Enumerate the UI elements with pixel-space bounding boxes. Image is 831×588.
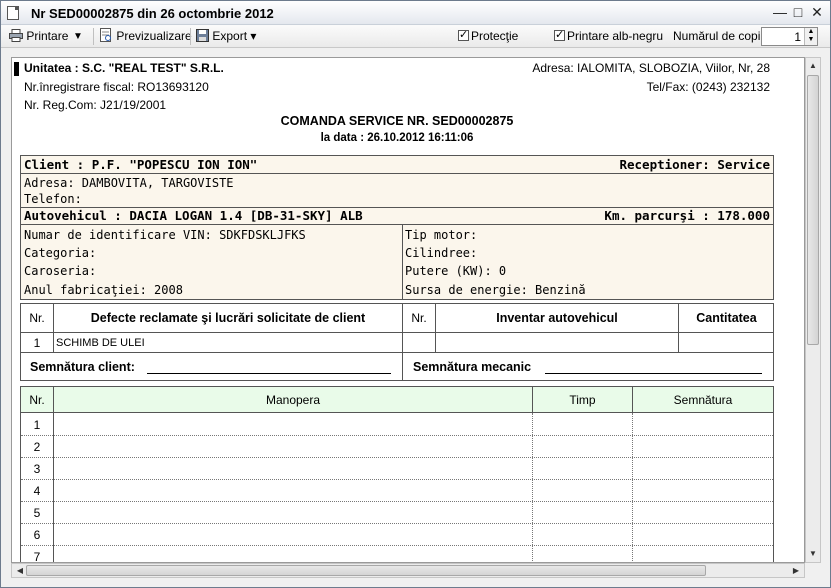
defects-col-desc: Defecte reclamate şi lucrări solicitate … [90, 311, 366, 325]
labor-row-nr: 5 [33, 506, 41, 520]
vehicle-category: Categoria: [24, 246, 97, 260]
copies-label: Numărul de copii: [673, 29, 767, 43]
toolbar-separator [93, 28, 94, 45]
labor-row-nr: 3 [33, 462, 41, 476]
company-name: Unitatea : S.C. "REAL TEST" S.R.L. [24, 61, 224, 75]
divider [21, 412, 773, 413]
chevron-up-icon[interactable]: ▲ [805, 28, 817, 36]
report-window: Nr SED00002875 din 26 octombrie 2012 — □… [0, 0, 831, 588]
scroll-down-icon[interactable]: ▼ [806, 547, 820, 561]
document-title: COMANDA SERVICE NR. SED00002875 [280, 114, 514, 128]
mechanic-signature-label: Semnătura mecanic [413, 360, 532, 374]
maximize-button[interactable]: □ [789, 4, 807, 21]
labor-col-labor: Manopera [265, 393, 321, 407]
client-signature-line [147, 373, 391, 374]
export-dropdown-icon: ▾ [250, 29, 257, 43]
fiscal-code: Nr.înregistrare fiscal: RO13693120 [24, 80, 209, 94]
labor-col-sign: Semnătura [673, 393, 733, 407]
divider [402, 224, 403, 299]
client-address: Adresa: DAMBOVITA, TARGOVISTE [24, 176, 234, 190]
inventory-col-nr: Nr. [411, 311, 427, 325]
horizontal-scrollbar[interactable]: ◀ ▶ [11, 563, 805, 578]
divider [21, 173, 773, 174]
preview-label: Previzualizare [116, 29, 192, 43]
vehicle-energy: Sursa de energie: Benzină [405, 283, 586, 297]
client-name: Client : P.F. "POPESCU ION ION" [24, 157, 258, 172]
scroll-right-icon[interactable]: ▶ [789, 564, 803, 577]
report-viewport[interactable]: Unitatea : S.C. "REAL TEST" S.R.L. Nr.în… [11, 57, 805, 563]
vehicle-power: Putere (KW): 0 [405, 264, 507, 278]
protection-checkbox[interactable]: Protecţie [458, 27, 519, 45]
row-divider [21, 545, 773, 546]
vehicle-displacement: Cilindree: [405, 246, 478, 260]
horizontal-scroll-thumb[interactable] [26, 565, 706, 576]
toolbar: Printare ▼ Previzualizare Export ▾ Prote [1, 25, 830, 48]
save-icon [196, 29, 209, 42]
close-button[interactable]: ✕ [808, 4, 826, 21]
inventory-col-item: Inventar autovehicul [496, 311, 618, 325]
scroll-left-icon[interactable]: ◀ [13, 564, 27, 577]
labor-row-nr: 4 [33, 484, 41, 498]
document-icon [7, 6, 19, 20]
client-phone: Telefon: [24, 192, 82, 206]
protection-label: Protecţie [471, 29, 519, 43]
receptioner: Receptioner: Service [619, 157, 770, 172]
export-label: Export [212, 29, 248, 43]
vehicle-km: Km. parcurşi : 178.000 [604, 208, 770, 223]
defects-col-nr: Nr. [29, 311, 45, 325]
text-cursor [14, 62, 19, 76]
labor-col-time: Timp [569, 393, 596, 407]
row-divider [21, 523, 773, 524]
inventory-col-qty: Cantitatea [696, 311, 757, 325]
client-signature-label: Semnătura client: [30, 360, 135, 374]
print-dropdown[interactable]: ▼ [73, 28, 83, 45]
scroll-up-icon[interactable]: ▲ [806, 59, 820, 73]
preview-button[interactable]: Previzualizare [99, 28, 192, 45]
divider [21, 352, 773, 353]
row-divider [21, 435, 773, 436]
bw-print-checkbox[interactable]: Printare alb-negru [554, 27, 664, 45]
labor-row-nr: 1 [33, 418, 41, 432]
vertical-scrollbar[interactable]: ▲ ▼ [805, 57, 821, 563]
labor-row-nr: 7 [33, 550, 41, 563]
vehicle-body: Caroseria: [24, 264, 97, 278]
printer-icon [9, 29, 23, 42]
divider [53, 387, 54, 562]
copies-value: 1 [794, 30, 801, 44]
chevron-down-icon[interactable]: ▼ [805, 36, 817, 44]
title-bar: Nr SED00002875 din 26 octombrie 2012 — □… [1, 1, 830, 25]
mechanic-signature-line [545, 373, 762, 374]
company-telfax: Tel/Fax: (0243) 232132 [646, 80, 770, 94]
labor-row-nr: 2 [33, 440, 41, 454]
registry-number: Nr. Reg.Com: J21/19/2001 [24, 98, 167, 112]
print-button[interactable]: Printare [9, 28, 68, 45]
window-title: Nr SED00002875 din 26 octombrie 2012 [31, 6, 274, 21]
defect-row-nr: 1 [33, 336, 41, 350]
preview-icon [100, 28, 111, 42]
print-label: Printare [26, 29, 69, 43]
divider [21, 224, 773, 225]
stepper-arrows[interactable]: ▲ ▼ [804, 28, 817, 45]
toolbar-separator [190, 28, 191, 45]
vehicle-title: Autovehicul : DACIA LOGAN 1.4 [DB-31-SKY… [24, 208, 363, 223]
defect-row-desc: SCHIMB DE ULEI [56, 337, 145, 349]
vehicle-year: Anul fabricaţiei: 2008 [24, 283, 183, 297]
labor-col-nr: Nr. [29, 393, 45, 407]
labor-row-nr: 6 [33, 528, 41, 542]
vehicle-vin: Numar de identificare VIN: SDKFDSKLJFKS [24, 228, 306, 242]
vehicle-engine-type: Tip motor: [405, 228, 478, 242]
divider [21, 332, 773, 333]
copies-stepper[interactable]: 1 ▲ ▼ [761, 27, 818, 46]
document-date: la data : 26.10.2012 16:11:06 [320, 132, 474, 144]
row-divider [21, 501, 773, 502]
bw-print-label: Printare alb-negru [567, 29, 664, 43]
row-divider [21, 457, 773, 458]
minimize-button[interactable]: — [771, 4, 789, 21]
row-divider [21, 479, 773, 480]
checkbox-checked-icon [458, 27, 469, 44]
vertical-scroll-thumb[interactable] [807, 75, 819, 345]
company-address: Adresa: IALOMITA, SLOBOZIA, Viilor, Nr, … [532, 61, 770, 75]
checkbox-checked-icon [554, 27, 565, 44]
export-button[interactable]: Export ▾ [196, 28, 256, 45]
